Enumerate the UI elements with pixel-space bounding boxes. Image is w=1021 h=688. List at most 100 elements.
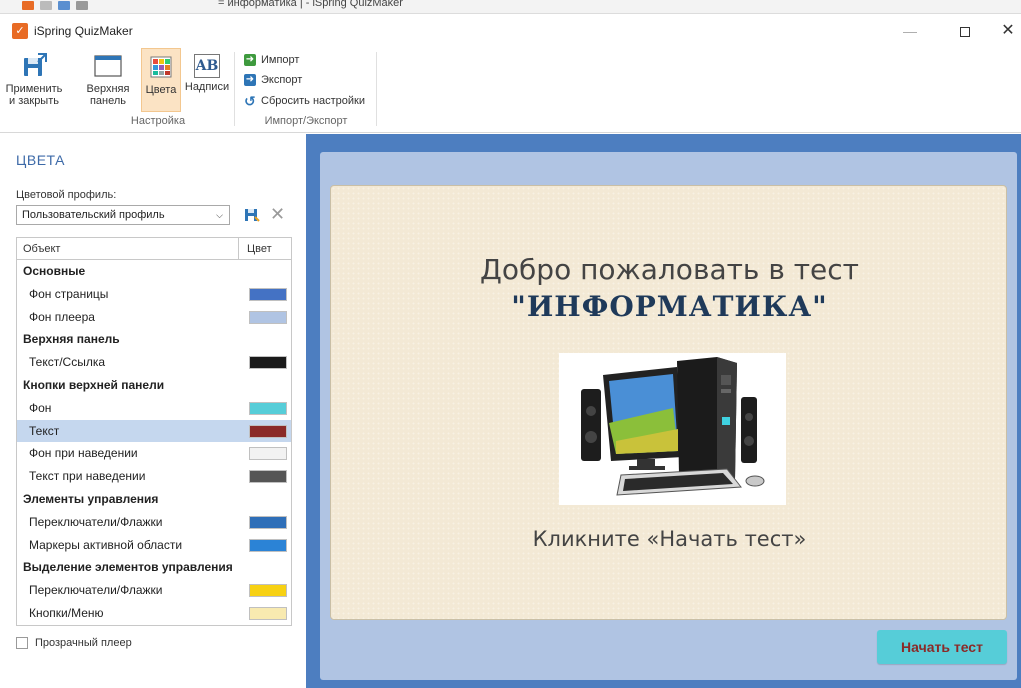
header-object: Объект [17,238,239,259]
reset-label: Сбросить настройки [261,95,366,107]
top-panel-icon [94,55,122,77]
row-label: Основные [23,264,86,278]
table-group-row: Верхняя панель [17,328,291,351]
row-label: Текст [29,423,60,438]
table-row[interactable]: Переключатели/Флажки [17,579,291,602]
profile-value: Пользовательский профиль [22,209,165,221]
window-title: iSpring QuizMaker [34,24,133,38]
table-group-row: Элементы управления [17,488,291,511]
chevron-down-icon: ⌵ [216,210,223,220]
slide: Добро пожаловать в тест "ИНФОРМАТИКА" Кл… [330,185,1007,620]
panel-title: ЦВЕТА [16,152,65,168]
top-panel-label-2: панель [89,95,127,107]
reset-icon: ↺ [244,93,256,109]
background-toolbar-icons [22,1,88,10]
close-button[interactable]: ✕ [986,16,1021,46]
palette-icon [150,56,172,78]
table-group-row: Кнопки верхней панели [17,374,291,397]
colors-button[interactable]: Цвета [141,48,181,112]
reset-settings-button[interactable]: ↺ Сбросить настройки [244,92,365,110]
captions-button[interactable]: AB Надписи [183,48,231,112]
table-row[interactable]: Маркеры активной области [17,534,291,557]
colors-table: Объект Цвет Основные Фон страницы Фон плее… [16,237,292,626]
table-body: Основные Фон страницы Фон плеера Верхняя па… [17,260,291,625]
app-root: = информатика | - iSpring QuizMaker ✓ iS… [0,0,1021,688]
export-button[interactable]: ➜ Экспорт [244,71,302,89]
save-profile-icon[interactable] [244,207,260,223]
row-label: Переключатели/Флажки [29,514,163,529]
color-swatch[interactable] [249,447,287,461]
color-swatch[interactable] [249,401,287,415]
title-bar: ✓ iSpring QuizMaker — ✕ [0,14,1021,48]
slide-title-line-2: "ИНФОРМАТИКА" [511,290,828,323]
table-group-row: Выделение элементов управления [17,556,291,579]
group-setup-label: Настройка [130,115,186,127]
maximize-icon [960,27,970,38]
minimize-button[interactable]: — [888,16,932,46]
row-label: Переключатели/Флажки [29,583,163,598]
preview-page-background: Добро пожаловать в тест "ИНФОРМАТИКА" Кл… [306,134,1021,688]
table-row[interactable]: Фон плеера [17,306,291,329]
save-close-icon [24,53,47,76]
profile-dropdown[interactable]: Пользовательский профиль ⌵ [16,205,230,225]
table-row[interactable]: Текст при наведении [17,465,291,488]
table-row[interactable]: Фон [17,397,291,420]
group-import-export-label: Импорт/Экспорт [264,115,348,127]
table-row[interactable]: Переключатели/Флажки [17,511,291,534]
table-row[interactable]: Фон при наведении [17,442,291,465]
background-window-strip: = информатика | - iSpring QuizMaker [0,0,1021,14]
background-window-title: = информатика | - iSpring QuizMaker [218,0,403,9]
import-icon: ➜ [244,54,256,66]
row-label: Выделение элементов управления [23,560,233,575]
row-label: Маркеры активной области [29,537,183,552]
table-row[interactable]: Фон страницы [17,283,291,306]
table-group-row: Основные [17,260,291,283]
color-swatch[interactable] [249,470,287,484]
top-panel-label-1: Верхняя [86,83,130,95]
table-row[interactable]: Текст/Ссылка [17,351,291,374]
row-label: Текст при наведении [29,469,146,484]
color-swatch[interactable] [249,538,287,552]
row-label: Кнопки верхней панели [23,377,165,392]
row-label: Верхняя панель [23,332,120,347]
captions-icon: AB [194,54,220,78]
export-label: Экспорт [261,74,303,86]
row-label: Фон страницы [29,286,109,301]
color-swatch[interactable] [249,310,287,324]
transparent-player-label: Прозрачный плеер [35,637,132,649]
colors-panel: ЦВЕТА Цветовой профиль: Пользовательский… [0,134,305,688]
app-logo-icon: ✓ [12,23,28,39]
row-label: Текст/Ссылка [29,355,106,370]
transparent-player-checkbox[interactable] [16,637,28,649]
color-swatch[interactable] [249,287,287,301]
delete-profile-icon[interactable]: ✕ [270,204,285,224]
table-row[interactable]: Кнопки/Меню [17,602,291,625]
colors-label: Цвета [145,84,177,96]
header-color: Цвет [247,243,272,255]
color-swatch[interactable] [249,424,287,438]
top-panel-button[interactable]: Верхняя панель [84,48,132,112]
slide-title-line-1: Добро пожаловать в тест [480,253,859,286]
transparent-player-option[interactable]: Прозрачный плеер [16,637,132,649]
import-button[interactable]: ➜ Импорт [244,51,299,69]
color-swatch[interactable] [249,356,287,370]
ribbon-separator [234,52,235,126]
color-swatch[interactable] [249,584,287,598]
start-test-button[interactable]: Начать тест [877,630,1007,664]
row-label: Элементы управления [23,491,159,506]
apply-close-label-1: Применить [5,83,63,95]
export-icon: ➜ [244,74,256,86]
profile-label: Цветовой профиль: [16,189,117,201]
captions-label: Надписи [184,81,230,93]
color-swatch[interactable] [249,515,287,529]
row-label: Кнопки/Меню [29,605,104,620]
ribbon-separator [376,52,377,126]
row-label: Фон [29,400,52,415]
apply-close-label-2: и закрыть [9,95,59,107]
row-label: Фон плеера [29,309,95,324]
apply-and-close-button[interactable]: Применить и закрыть [4,48,64,112]
maximize-button[interactable] [943,16,987,46]
table-row[interactable]: Текст [17,419,291,443]
color-swatch[interactable] [249,606,287,620]
slide-subtitle: Кликните «Начать тест» [532,527,807,551]
